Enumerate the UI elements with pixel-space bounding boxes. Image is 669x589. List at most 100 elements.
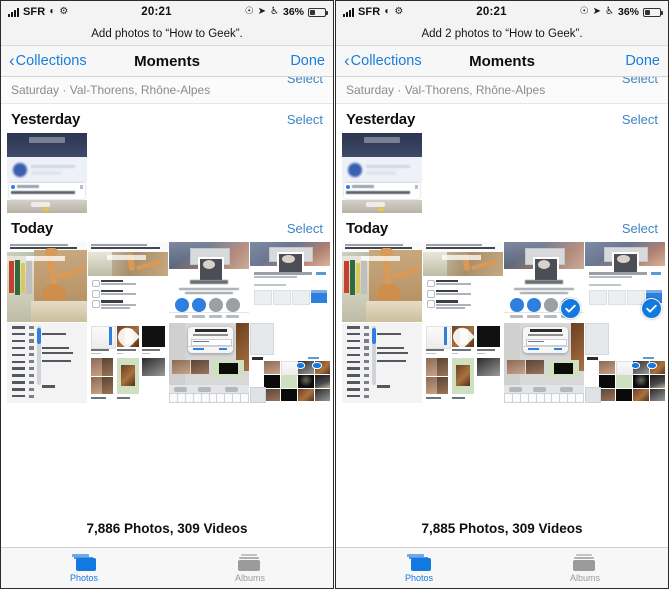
photo-thumbnail[interactable]: [169, 242, 249, 322]
facebook-menu-screenshot: [88, 242, 168, 322]
moments-picker-screenshot: [585, 323, 665, 403]
albums-icon: [238, 553, 262, 571]
photo-thumbnail[interactable]: [585, 323, 665, 403]
photo-grid-yesterday: [1, 133, 333, 213]
photo-grid-yesterday: [336, 133, 668, 213]
section-title: Yesterday: [11, 111, 81, 128]
tab-label: Albums: [234, 572, 265, 583]
photo-thumbnail[interactable]: [423, 242, 503, 322]
section-header-today: Today Select: [336, 213, 668, 242]
tab-photos[interactable]: Photos: [336, 553, 502, 583]
tab-bar: Photos Albums: [336, 547, 668, 588]
tab-label: Photos: [69, 572, 99, 583]
carrier-label: SFR: [23, 6, 46, 18]
selection-checkmark-badge[interactable]: [641, 298, 662, 319]
sync-spinner-icon: ⚙: [59, 6, 69, 17]
clipped-moment-place: Val-Thorens, Rhône-Alpes: [404, 83, 546, 97]
photo-thumbnail[interactable]: [342, 133, 422, 213]
photo-thumbnail[interactable]: [342, 323, 422, 403]
clipped-select-link[interactable]: Select: [622, 77, 658, 86]
photo-thumbnail[interactable]: [88, 242, 168, 322]
moments-scroll-area[interactable]: Select Saturday · Val-Thorens, Rhône-Alp…: [1, 77, 333, 512]
section-select-link[interactable]: Select: [287, 112, 323, 127]
headphones-icon: ♿: [270, 6, 279, 17]
section-select-link[interactable]: Select: [622, 112, 658, 127]
clipped-moment-day: Saturday: [346, 83, 395, 97]
carrier-label: SFR: [358, 6, 381, 18]
facebook-menu-screenshot: [423, 242, 503, 322]
library-count-label: 7,886 Photos, 309 Videos: [1, 512, 333, 547]
location-arrow-icon: ➤: [592, 6, 602, 17]
section-title: Today: [346, 220, 389, 237]
back-to-collections-button[interactable]: ‹ Collections: [9, 52, 87, 69]
add-photos-banner: Add 2 photos to “How to Geek”.: [336, 23, 668, 46]
clipped-moment-header: Select Saturday · Val-Thorens, Rhône-Alp…: [1, 77, 333, 104]
tab-label: Photos: [404, 572, 434, 583]
chat-notification-screenshot: [7, 133, 87, 213]
clipped-moment-place: Val-Thorens, Rhône-Alpes: [69, 83, 211, 97]
photo-thumbnail[interactable]: [504, 242, 584, 322]
location-arrow-icon: ➤: [257, 6, 267, 17]
photo-thumbnail[interactable]: [250, 323, 330, 403]
dinosaur-store-photo: [7, 242, 87, 322]
headphones-icon: ♿: [605, 6, 614, 17]
moments-picker-screenshot: [250, 323, 330, 403]
photo-thumbnail[interactable]: [342, 242, 422, 322]
photo-grid-today: [1, 242, 333, 403]
photos-collage-screenshot: [88, 323, 168, 403]
status-bar-right: ☉ ➤ ♿ 36%: [579, 6, 663, 18]
signal-bars-icon: [343, 7, 354, 17]
done-button[interactable]: Done: [290, 53, 325, 69]
photo-thumbnail[interactable]: [585, 242, 665, 322]
battery-percent-label: 36%: [617, 6, 639, 18]
photo-thumbnail[interactable]: [7, 133, 87, 213]
tab-albums[interactable]: Albums: [502, 553, 668, 583]
weather-list-screenshot: [342, 323, 422, 403]
new-album-dialog-screenshot: [504, 323, 584, 403]
status-bar-clock: 20:21: [476, 6, 507, 18]
section-header-today: Today Select: [1, 213, 333, 242]
photo-thumbnail[interactable]: [88, 323, 168, 403]
alarm-icon: ☉: [579, 6, 589, 17]
photo-thumbnail[interactable]: [7, 323, 87, 403]
tab-label: Albums: [569, 572, 600, 583]
battery-icon: [643, 7, 663, 17]
albums-icon: [573, 553, 597, 571]
sync-spinner-icon: ⚙: [394, 6, 404, 17]
comparison-screenshot: SFR ◐︎ ⚙ 20:21 ☉ ➤ ♿ 36% Add photos to “…: [0, 0, 669, 589]
photo-thumbnail[interactable]: [423, 323, 503, 403]
tab-albums[interactable]: Albums: [167, 553, 333, 583]
status-bar-clock: 20:21: [141, 6, 172, 18]
clipped-moment-header: Select Saturday · Val-Thorens, Rhône-Alp…: [336, 77, 668, 104]
section-select-link[interactable]: Select: [287, 221, 323, 236]
back-label: Collections: [350, 53, 422, 69]
done-button[interactable]: Done: [625, 53, 660, 69]
section-header-yesterday: Yesterday Select: [336, 104, 668, 133]
clipped-moment-meta: Saturday · Val-Thorens, Rhône-Alpes: [11, 83, 210, 97]
wifi-icon: ◐︎: [384, 6, 391, 17]
clipped-moment-separator: ·: [397, 83, 402, 97]
section-select-link[interactable]: Select: [622, 221, 658, 236]
battery-percent-label: 36%: [282, 6, 304, 18]
photo-thumbnail[interactable]: [504, 323, 584, 403]
section-header-yesterday: Yesterday Select: [1, 104, 333, 133]
photo-thumbnail[interactable]: [250, 242, 330, 322]
weather-list-screenshot: [7, 323, 87, 403]
phone-panel-after: SFR ◐︎ ⚙ 20:21 ☉ ➤ ♿ 36% Add 2 photos to…: [335, 0, 669, 589]
moments-scroll-area[interactable]: Select Saturday · Val-Thorens, Rhône-Alp…: [336, 77, 668, 512]
tab-photos[interactable]: Photos: [1, 553, 167, 583]
facebook-post-screenshot: [250, 242, 330, 322]
nav-bar: ‹ Collections Moments Done: [336, 46, 668, 77]
status-bar: SFR ◐︎ ⚙ 20:21 ☉ ➤ ♿ 36%: [1, 1, 333, 23]
photo-thumbnail[interactable]: [169, 323, 249, 403]
back-label: Collections: [15, 53, 87, 69]
clipped-select-link[interactable]: Select: [287, 77, 323, 86]
facebook-profile-screenshot: [169, 242, 249, 322]
photo-thumbnail[interactable]: [7, 242, 87, 322]
selection-checkmark-badge[interactable]: [560, 298, 581, 319]
back-to-collections-button[interactable]: ‹ Collections: [344, 52, 422, 69]
phone-panel-before: SFR ◐︎ ⚙ 20:21 ☉ ➤ ♿ 36% Add photos to “…: [0, 0, 334, 589]
status-bar-right: ☉ ➤ ♿ 36%: [245, 6, 328, 18]
signal-bars-icon: [8, 7, 19, 17]
photo-grid-today: [336, 242, 668, 403]
